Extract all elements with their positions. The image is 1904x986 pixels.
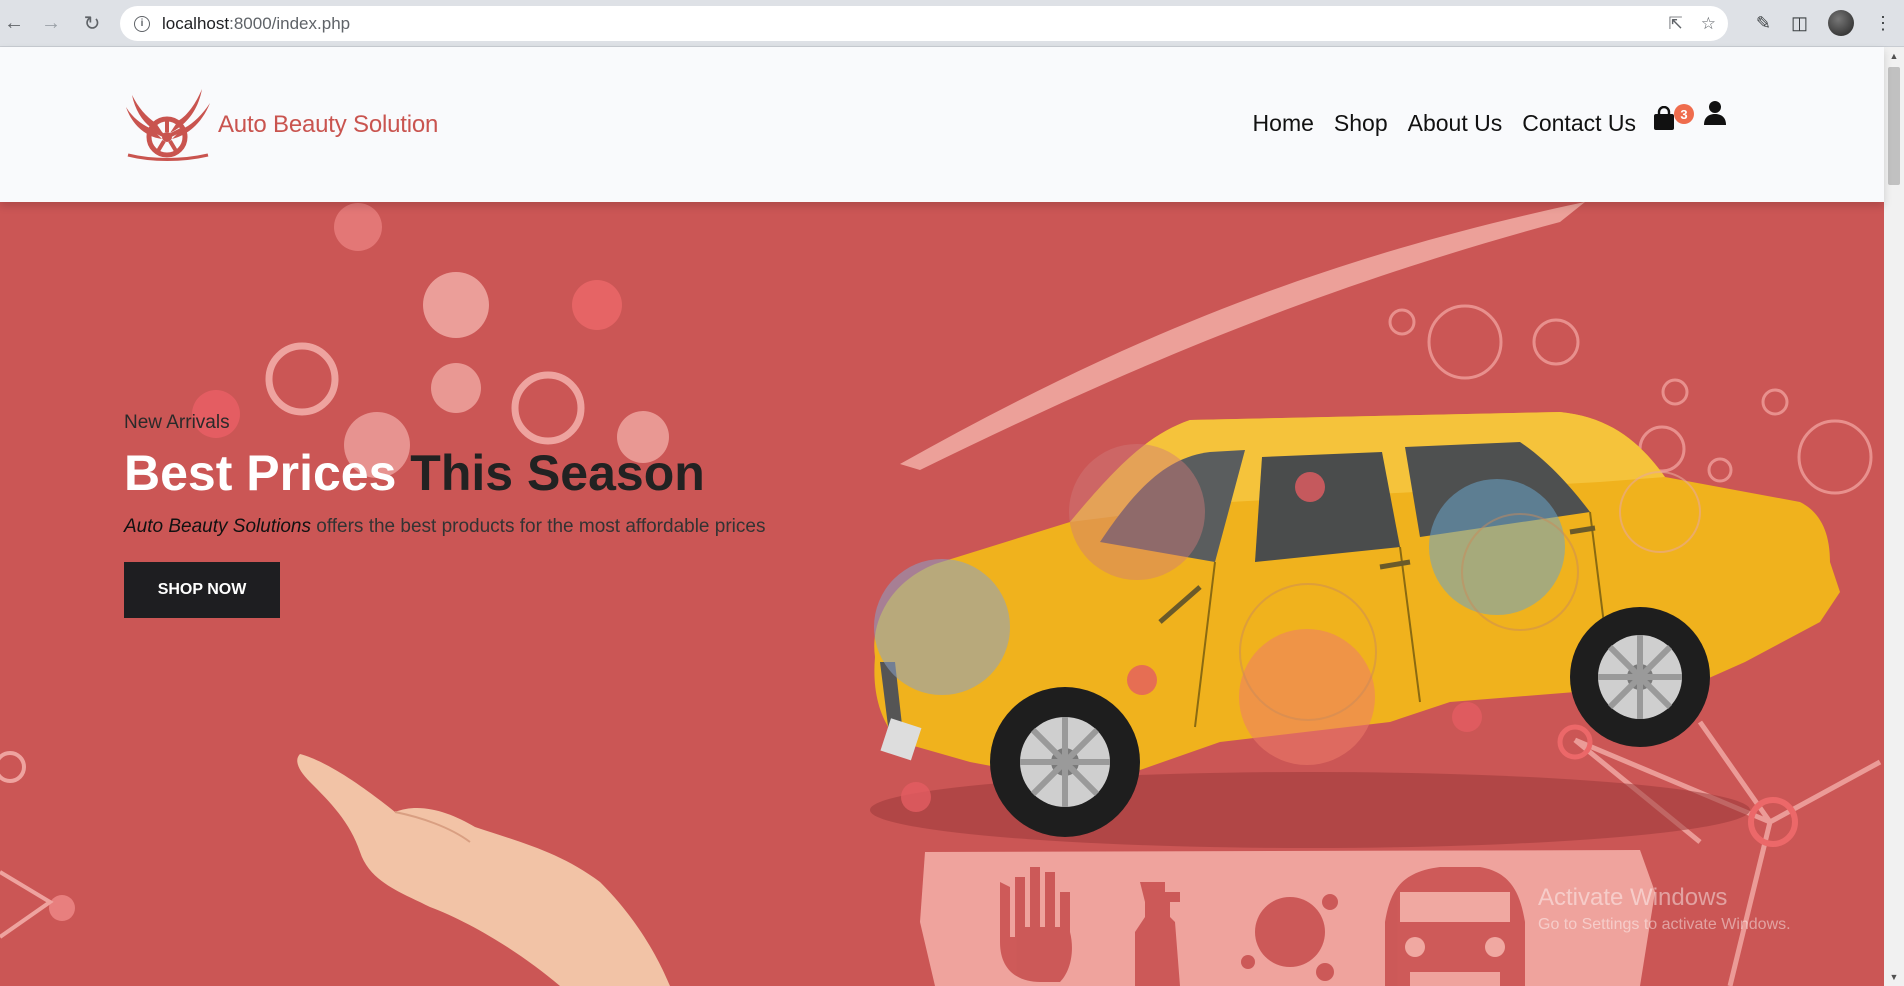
nav-contact-us[interactable]: Contact Us — [1522, 110, 1636, 137]
star-icon[interactable]: ☆ — [1701, 14, 1716, 34]
nav-shop[interactable]: Shop — [1334, 110, 1388, 137]
profile-avatar[interactable] — [1828, 10, 1854, 36]
hero-banner: New Arrivals Best Prices This Season Aut… — [0, 202, 1884, 986]
menu-icon[interactable]: ⋮ — [1874, 13, 1892, 34]
hero-eyebrow: New Arrivals — [124, 412, 230, 433]
sidepanel-icon[interactable]: ◫ — [1791, 13, 1808, 34]
user-icon[interactable] — [1703, 100, 1727, 126]
tagline-rest: offers the best products for the most af… — [310, 516, 766, 537]
nav-about-us[interactable]: About Us — [1408, 110, 1503, 137]
hero-content: New Arrivals Best Prices This Season Aut… — [124, 412, 765, 618]
headline-light: Best Prices — [124, 445, 397, 501]
page-scrollbar[interactable]: ▲ ▼ — [1884, 47, 1904, 986]
headline-dark: This Season — [396, 445, 705, 501]
cart-button[interactable]: 3 — [1652, 100, 1694, 134]
hero-tagline: Auto Beauty Solutions offers the best pr… — [124, 516, 765, 538]
nav-home[interactable]: Home — [1253, 110, 1314, 137]
share-icon[interactable]: ⇱ — [1669, 14, 1683, 34]
site-header: Auto Beauty Solution Home Shop About Us … — [0, 47, 1884, 202]
main-nav: Home Shop About Us Contact Us — [1253, 110, 1636, 137]
scroll-up-icon[interactable]: ▲ — [1884, 47, 1904, 65]
browser-toolbar: ← → ↻ i localhost:8000/index.php ⇱ ☆ ✎ ◫… — [0, 0, 1904, 47]
cart-count-badge: 3 — [1674, 104, 1694, 124]
info-icon[interactable]: i — [134, 15, 150, 32]
watermark-title: Activate Windows — [1538, 884, 1728, 911]
reload-icon[interactable]: ↻ — [78, 9, 106, 37]
brand[interactable]: Auto Beauty Solution — [122, 85, 438, 165]
scroll-down-icon[interactable]: ▼ — [1884, 968, 1904, 986]
shop-now-button[interactable]: SHOP NOW — [124, 562, 280, 618]
scroll-thumb[interactable] — [1888, 67, 1900, 185]
brand-logo — [126, 89, 210, 161]
address-bar[interactable]: i localhost:8000/index.php ⇱ ☆ — [120, 6, 1728, 41]
watermark-subtitle: Go to Settings to activate Windows. — [1538, 916, 1791, 933]
extensions-icon[interactable]: ✎ — [1756, 13, 1771, 34]
back-arrow-icon[interactable]: ← — [0, 9, 28, 37]
cart-icon — [1654, 106, 1674, 130]
url-text[interactable]: localhost:8000/index.php — [162, 14, 350, 34]
windows-activation-watermark: Activate Windows Go to Settings to activ… — [1538, 884, 1791, 934]
tagline-brand: Auto Beauty Solutions — [124, 516, 311, 537]
forward-arrow-icon[interactable]: → — [37, 9, 65, 37]
brand-name: Auto Beauty Solution — [218, 111, 439, 138]
hero-headline: Best Prices This Season — [124, 444, 765, 502]
